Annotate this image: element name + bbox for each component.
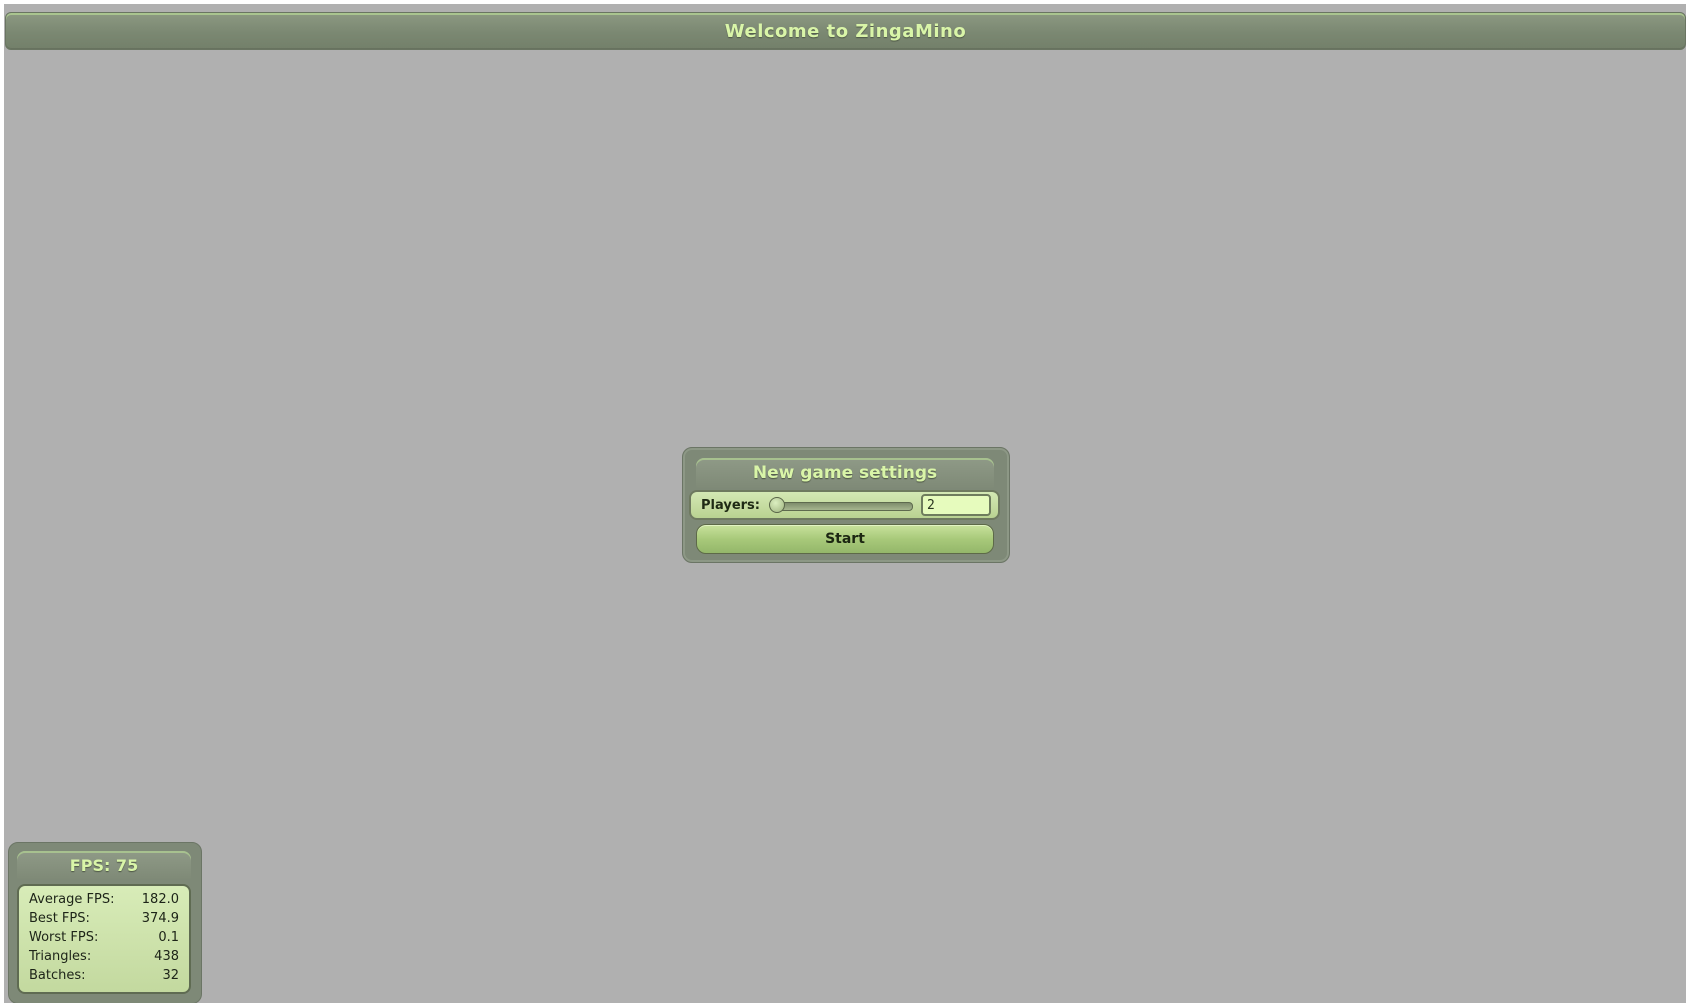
stat-row-worst-fps: Worst FPS: 0.1 bbox=[29, 928, 179, 947]
stat-row-best-fps: Best FPS: 374.9 bbox=[29, 909, 179, 928]
players-slider[interactable] bbox=[771, 502, 913, 511]
stat-label: Best FPS: bbox=[29, 911, 90, 926]
new-game-settings-panel: New game settings Players: Start bbox=[682, 447, 1010, 563]
players-input[interactable] bbox=[921, 494, 991, 516]
players-slider-handle[interactable] bbox=[769, 497, 785, 513]
stat-value: 438 bbox=[154, 949, 179, 964]
stat-label: Worst FPS: bbox=[29, 930, 99, 945]
stat-row-batches: Batches: 32 bbox=[29, 966, 179, 985]
stat-value: 32 bbox=[162, 968, 179, 983]
stat-label: Triangles: bbox=[29, 949, 92, 964]
stat-label: Average FPS: bbox=[29, 892, 115, 907]
settings-panel-header: New game settings bbox=[696, 458, 994, 488]
stat-row-average-fps: Average FPS: 182.0 bbox=[29, 890, 179, 909]
fps-title: FPS: 75 bbox=[69, 855, 139, 875]
window-title: Welcome to ZingaMino bbox=[724, 20, 967, 42]
game-viewport: Welcome to ZingaMino New game settings P… bbox=[4, 4, 1686, 1003]
stat-label: Batches: bbox=[29, 968, 86, 983]
fps-panel-header: FPS: 75 bbox=[17, 851, 191, 879]
start-button[interactable]: Start bbox=[696, 524, 994, 554]
fps-stats-panel: FPS: 75 Average FPS: 182.0 Best FPS: 374… bbox=[8, 842, 202, 1003]
stat-value: 0.1 bbox=[158, 930, 179, 945]
players-label: Players: bbox=[701, 498, 760, 513]
stat-row-triangles: Triangles: 438 bbox=[29, 947, 179, 966]
settings-panel-title: New game settings bbox=[752, 463, 938, 483]
fps-stats-list: Average FPS: 182.0 Best FPS: 374.9 Worst… bbox=[17, 884, 191, 994]
stat-value: 182.0 bbox=[141, 892, 179, 907]
title-bar: Welcome to ZingaMino bbox=[5, 12, 1686, 50]
stat-value: 374.9 bbox=[141, 911, 179, 926]
players-row: Players: bbox=[689, 490, 1000, 520]
